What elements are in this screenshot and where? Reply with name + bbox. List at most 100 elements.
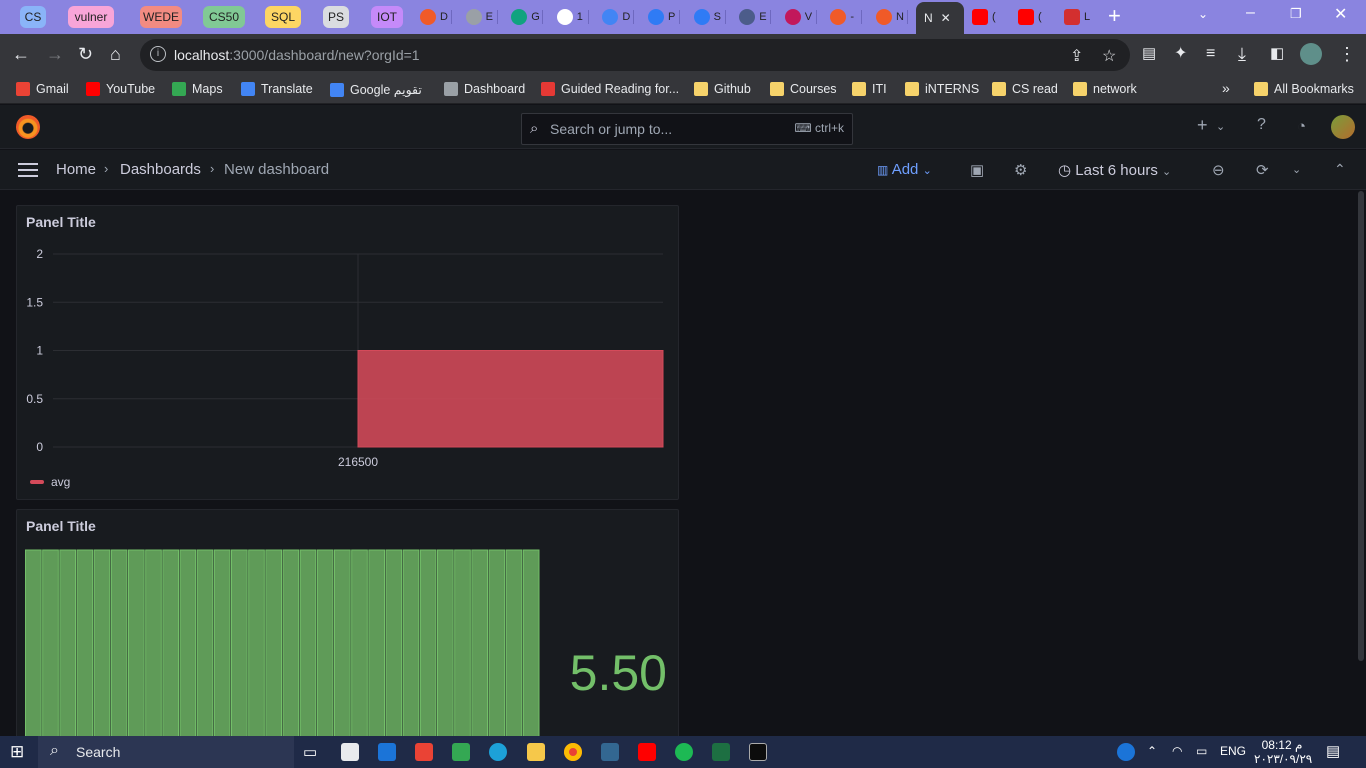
profile-avatar[interactable]	[1300, 43, 1322, 65]
bookmark-star-icon[interactable]: ☆	[1102, 46, 1116, 66]
more-bookmarks-button[interactable]: »	[1222, 80, 1230, 96]
bookmark-item[interactable]: Guided Reading for...	[541, 82, 679, 96]
share-icon[interactable]: ⇪	[1070, 46, 1083, 66]
settings-gear-icon[interactable]: ⚙	[1014, 161, 1027, 179]
minimize-window-button[interactable]: –	[1246, 4, 1255, 22]
download-icon[interactable]: ⤓	[1238, 44, 1246, 64]
terminal-icon[interactable]	[749, 743, 767, 761]
excel-icon[interactable]	[712, 743, 730, 761]
new-plus-icon[interactable]: +	[1197, 115, 1208, 136]
close-tab-icon[interactable]: ✕	[941, 11, 951, 25]
google-drive-icon[interactable]	[452, 743, 470, 761]
active-tab[interactable]: N ✕	[916, 2, 964, 34]
tab-group-chip[interactable]: WEDE	[140, 6, 182, 28]
help-icon[interactable]: ?	[1257, 116, 1266, 134]
wifi-icon[interactable]: ◠	[1172, 744, 1182, 758]
refresh-icon[interactable]: ⟳	[1256, 161, 1269, 179]
tab-group-chip[interactable]: IOT	[371, 6, 403, 28]
browser-menu-icon[interactable]: ⋮	[1338, 44, 1356, 64]
browser-tab[interactable]: E	[733, 4, 772, 30]
file-explorer-icon[interactable]	[527, 743, 545, 761]
bookmark-item[interactable]: Google تقويم	[330, 82, 422, 97]
show-hidden-icons-chevron-icon[interactable]: ⌃	[1147, 744, 1157, 758]
browser-tab[interactable]: D	[596, 4, 635, 30]
chrome-icon[interactable]	[564, 743, 582, 761]
breadcrumb-home[interactable]: Home	[56, 161, 96, 178]
bookmark-item[interactable]: YouTube	[86, 82, 155, 96]
news-feed-icon[interactable]: ◔	[1297, 118, 1306, 135]
reload-icon[interactable]: ↻	[78, 44, 93, 64]
forward-icon[interactable]: →	[46, 44, 64, 64]
browser-tab[interactable]: 1	[551, 4, 589, 30]
browser-tab[interactable]: N	[870, 4, 908, 30]
bookmark-item[interactable]: Translate	[241, 82, 313, 96]
search-input[interactable]: ⌕ Search or jump to... ⌨ ctrl+k	[521, 113, 853, 145]
browser-tab[interactable]: L	[1058, 4, 1096, 30]
edge-browser-icon[interactable]	[489, 743, 507, 761]
tab-group-chip[interactable]: PS	[323, 6, 349, 28]
battery-icon[interactable]: ▭	[1196, 744, 1207, 758]
tab-search-chevron-icon[interactable]: ⌄	[1198, 7, 1208, 21]
browser-tab[interactable]: V	[779, 4, 817, 30]
panel-bar-chart[interactable]: Panel Title 2 1.5 1 0.5 0 216500 avg	[16, 205, 679, 500]
side-panel-icon[interactable]: ◧	[1270, 44, 1284, 64]
dashboard-scrollbar[interactable]	[1358, 191, 1364, 661]
new-tab-button[interactable]: +	[1108, 5, 1121, 27]
browser-tab[interactable]: S	[688, 4, 726, 30]
panel-stat[interactable]: Panel Title 5.50	[16, 509, 679, 736]
tab-group-chip[interactable]: vulner	[68, 6, 114, 28]
tab-group-chip[interactable]: CS50	[203, 6, 245, 28]
bookmark-item[interactable]: Github	[694, 82, 751, 96]
site-info-icon[interactable]: i	[150, 46, 166, 62]
close-window-button[interactable]: ✕	[1334, 4, 1347, 24]
mail-icon[interactable]	[378, 743, 396, 761]
home-icon[interactable]: ⌂	[110, 44, 121, 64]
pgadmin-icon[interactable]	[601, 743, 619, 761]
bookmark-item[interactable]: Courses	[770, 82, 837, 96]
breadcrumb-dashboards[interactable]: Dashboards	[120, 161, 201, 178]
address-bar[interactable]: i localhost:3000/dashboard/new?orgId=1 ⇪…	[140, 39, 1130, 71]
collapse-chevron-up-icon[interactable]: ⌃	[1334, 161, 1346, 178]
printer-icon[interactable]: ▤	[1142, 44, 1156, 64]
add-button[interactable]: ▥ Add ⌄	[877, 161, 932, 178]
notifications-icon[interactable]: ▤	[1326, 742, 1340, 760]
save-dashboard-icon[interactable]: ▣	[970, 161, 984, 179]
restore-window-button[interactable]: ❐	[1290, 6, 1302, 22]
tab-group-chip[interactable]: SQL	[265, 6, 301, 28]
time-range-picker[interactable]: ◷ Last 6 hours ⌄	[1058, 161, 1171, 179]
grafana-logo-icon[interactable]	[16, 115, 40, 139]
media-queue-icon[interactable]: ≡	[1206, 44, 1215, 64]
youtube-app-icon[interactable]	[638, 743, 656, 761]
bookmark-item[interactable]: iNTERNS	[905, 82, 979, 96]
back-icon[interactable]: ←	[12, 44, 30, 64]
menu-toggle-icon[interactable]	[18, 163, 38, 177]
language-indicator[interactable]: ENG	[1220, 744, 1246, 758]
all-bookmarks-button[interactable]: All Bookmarks	[1254, 82, 1354, 96]
user-avatar[interactable]	[1331, 115, 1355, 139]
bookmark-item[interactable]: network	[1073, 82, 1137, 96]
tab-group-chip[interactable]: CS	[20, 6, 46, 28]
chevron-down-icon[interactable]: ⌄	[1216, 120, 1225, 133]
taskbar-search-box[interactable]: ⌕ Search	[38, 736, 294, 768]
bookmark-item[interactable]: Maps	[172, 82, 223, 96]
bookmark-item[interactable]: ITI	[852, 82, 887, 96]
browser-tab[interactable]: P	[642, 4, 680, 30]
browser-tab[interactable]: -	[824, 4, 863, 30]
browser-tab[interactable]: G	[505, 4, 544, 30]
clock[interactable]: 08:12 م ٢٠٢٣/٠٩/٢٩	[1254, 738, 1312, 766]
browser-tab[interactable]: (	[966, 4, 1004, 30]
refresh-interval-chevron-icon[interactable]: ⌄	[1292, 163, 1301, 176]
spotify-icon[interactable]	[675, 743, 693, 761]
gmail-app-icon[interactable]	[415, 743, 433, 761]
zoom-out-icon[interactable]: ⊖	[1212, 161, 1225, 179]
url-text[interactable]: localhost:3000/dashboard/new?orgId=1	[174, 47, 420, 63]
bookmark-item[interactable]: Dashboard	[444, 82, 525, 96]
help-tray-icon[interactable]	[1117, 743, 1135, 761]
extensions-icon[interactable]: ✦	[1174, 44, 1187, 64]
microsoft-store-icon[interactable]	[341, 743, 359, 761]
bookmark-item[interactable]: Gmail	[16, 82, 69, 96]
browser-tab[interactable]: D	[414, 4, 452, 30]
bookmark-item[interactable]: CS read	[992, 82, 1058, 96]
task-view-icon[interactable]: ▭	[303, 743, 321, 761]
browser-tab[interactable]: E	[460, 4, 498, 30]
